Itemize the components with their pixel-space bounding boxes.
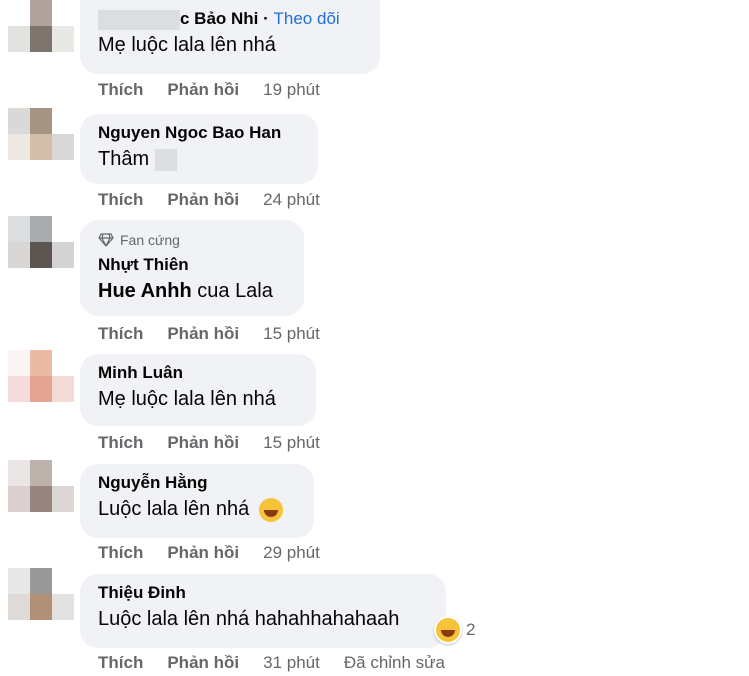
laughing-emoji-icon <box>258 497 283 522</box>
comment-bubble: Nguyễn Hằng Luộc lala lên nhá <box>80 464 314 538</box>
comment-text: Luộc lala lên nhá hahahhahahaah <box>98 608 400 630</box>
timestamp[interactable]: 15 phút <box>263 433 320 453</box>
avatar[interactable] <box>8 568 74 620</box>
comment-bubble: Nguyen Ngoc Bao Han Thâm <box>80 114 318 184</box>
commenter-name[interactable]: Minh Luân <box>98 362 298 384</box>
comment-actions: Thích Phản hồi 15 phút <box>98 433 344 453</box>
like-button[interactable]: Thích <box>98 190 143 210</box>
commenter-name[interactable]: Nguyen Ngoc Bao Han <box>98 122 300 144</box>
avatar[interactable] <box>8 216 74 268</box>
blurred-name <box>98 9 180 30</box>
comment-text: cua Lala <box>191 280 273 302</box>
avatar[interactable] <box>8 0 74 52</box>
timestamp[interactable]: 15 phút <box>263 324 320 344</box>
avatar[interactable] <box>8 108 74 160</box>
edited-label[interactable]: Đã chỉnh sửa <box>344 653 445 673</box>
commenter-name[interactable]: Nguyễn Hằng <box>98 472 296 494</box>
timestamp[interactable]: 31 phút <box>263 653 320 673</box>
diamond-icon <box>98 233 114 247</box>
comment-text: Mẹ luộc lala lên nhá <box>98 388 276 410</box>
timestamp[interactable]: 29 phút <box>263 543 320 563</box>
badge-label: Fan cứng <box>120 232 180 248</box>
comment-actions: Thích Phản hồi 19 phút <box>98 80 344 100</box>
reaction-summary[interactable]: 2 <box>434 616 475 644</box>
fan-badge[interactable]: Fan cứng <box>98 230 286 250</box>
reply-button[interactable]: Phản hồi <box>167 543 239 563</box>
commenter-name[interactable]: c Bảo Nhi <box>180 9 258 28</box>
reply-button[interactable]: Phản hồi <box>167 190 239 210</box>
like-button[interactable]: Thích <box>98 324 143 344</box>
reaction-count: 2 <box>466 620 476 639</box>
comment-actions: Thích Phản hồi 29 phút <box>98 543 344 563</box>
haha-reaction-icon <box>434 616 462 644</box>
timestamp[interactable]: 19 phút <box>263 80 320 100</box>
follow-link[interactable]: Theo dõi <box>274 9 340 28</box>
comment-bubble: Thiệu Đinh Luộc lala lên nhá hahahhahaha… <box>80 574 446 648</box>
comment-text: Luộc lala lên nhá <box>98 498 250 520</box>
comment-actions: Thích Phản hồi 31 phút Đã chỉnh sửa <box>98 653 469 673</box>
comment-text: Mẹ luộc lala lên nhá <box>98 34 276 56</box>
comment-actions: Thích Phản hồi 15 phút <box>98 324 344 344</box>
like-button[interactable]: Thích <box>98 653 143 673</box>
comment-bubble: Fan cứng Nhựt Thiên Hue Anhh cua Lala <box>80 220 304 316</box>
commenter-name[interactable]: Thiệu Đinh <box>98 582 428 604</box>
reply-button[interactable]: Phản hồi <box>167 324 239 344</box>
reply-button[interactable]: Phản hồi <box>167 653 239 673</box>
mention-link[interactable]: Hue Anhh <box>98 280 192 302</box>
timestamp[interactable]: 24 phút <box>263 190 320 210</box>
like-button[interactable]: Thích <box>98 80 143 100</box>
avatar[interactable] <box>8 460 74 512</box>
commenter-name[interactable]: Nhựt Thiên <box>98 254 286 276</box>
like-button[interactable]: Thích <box>98 433 143 453</box>
comment-text: Thâm <box>98 148 150 170</box>
avatar[interactable] <box>8 350 74 402</box>
reply-button[interactable]: Phản hồi <box>167 80 239 100</box>
like-button[interactable]: Thích <box>98 543 143 563</box>
comment-bubble: Minh Luân Mẹ luộc lala lên nhá <box>80 354 316 426</box>
blurred-text <box>154 148 177 171</box>
comment-bubble: c Bảo Nhi · Theo dõi Mẹ luộc lala lên nh… <box>80 0 380 74</box>
reply-button[interactable]: Phản hồi <box>167 433 239 453</box>
comment-actions: Thích Phản hồi 24 phút <box>98 190 344 210</box>
